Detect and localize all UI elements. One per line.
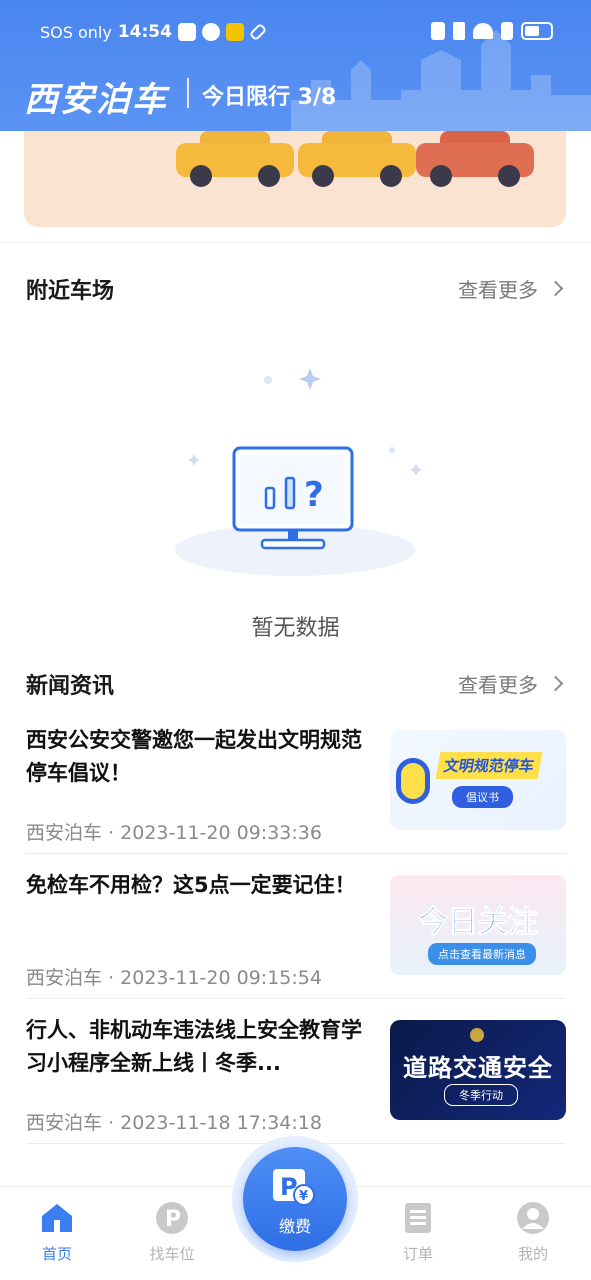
news-title: 免检车不用检？这5点一定要记住！ xyxy=(26,873,356,897)
news-item[interactable]: 西安公安交警邀您一起发出文明规范停车倡议！ 西安泊车 · 2023-11-20 … xyxy=(26,724,566,848)
meta-separator: · xyxy=(108,967,115,989)
nav-label: 首页 xyxy=(41,1245,72,1263)
news-source: 西安泊车 xyxy=(26,822,103,844)
vibrate-icon xyxy=(453,22,465,40)
parking-p-graphic xyxy=(396,758,430,804)
news-item[interactable]: 免检车不用检？这5点一定要记住！ 西安泊车 · 2023-11-20 09:15… xyxy=(26,869,566,993)
news-source: 西安泊车 xyxy=(26,967,103,989)
alert-icon xyxy=(501,22,513,40)
car-illustration xyxy=(298,131,416,191)
notification-app-icon xyxy=(225,23,244,41)
chevron-right-icon xyxy=(547,675,564,692)
more-label: 查看更多 xyxy=(458,673,538,697)
nearby-more-link[interactable]: 查看更多 xyxy=(458,274,564,303)
news-thumbnail: 文明规范停车 倡议书 xyxy=(390,730,566,830)
nav-label: 订单 xyxy=(402,1245,433,1263)
section-divider xyxy=(0,242,591,243)
nav-home[interactable]: 首页 xyxy=(17,1201,97,1264)
close-circle-icon xyxy=(201,23,220,41)
chevron-right-icon xyxy=(547,280,564,297)
thumb-title: 文明规范停车 xyxy=(435,752,543,779)
home-icon xyxy=(42,1204,72,1232)
pay-label: 缴费 xyxy=(278,1217,311,1236)
orders-icon xyxy=(405,1203,431,1233)
link-icon xyxy=(248,22,268,42)
battery-icon xyxy=(521,22,553,40)
app-header: SOS only 14:54 西安泊车 今日限行 3/8 xyxy=(0,0,591,131)
nfc-icon xyxy=(431,22,445,40)
news-divider xyxy=(26,998,566,999)
news-meta: 西安泊车 · 2023-11-18 17:34:18 xyxy=(26,1108,322,1135)
news-meta: 西安泊车 · 2023-11-20 09:33:36 xyxy=(26,818,322,845)
wifi-icon xyxy=(473,23,493,39)
parking-icon: P xyxy=(156,1202,188,1234)
svg-text:¥: ¥ xyxy=(299,1189,308,1204)
pay-button[interactable]: P ¥ 缴费 xyxy=(243,1147,347,1251)
car-illustration xyxy=(176,131,294,191)
news-title: 西安公安交警邀您一起发出文明规范停车倡议！ xyxy=(26,728,362,785)
svg-text:P: P xyxy=(165,1207,181,1232)
police-badge-icon xyxy=(470,1028,484,1042)
thumb-subtitle: 点击查看最新消息 xyxy=(428,943,536,965)
nav-mine[interactable]: 我的 xyxy=(493,1201,573,1264)
nearby-parking-title: 附近车场 xyxy=(26,279,115,304)
thumb-subtitle: 冬季行动 xyxy=(444,1084,518,1106)
traffic-restriction: 今日限行 3/8 xyxy=(202,85,337,110)
clock: 14:54 xyxy=(117,22,172,42)
empty-state-illustration: ? xyxy=(175,368,422,576)
brand-title: 西安泊车 xyxy=(24,80,168,120)
shield-app-icon xyxy=(177,23,196,41)
empty-state-text: 暂无数据 xyxy=(251,616,340,641)
news-more-link[interactable]: 查看更多 xyxy=(458,669,564,698)
meta-separator: · xyxy=(108,822,115,844)
news-meta: 西安泊车 · 2023-11-20 09:15:54 xyxy=(26,963,322,990)
brand-divider xyxy=(187,78,189,108)
thumb-title: 今日关注 xyxy=(418,905,539,941)
news-time: 2023-11-20 09:15:54 xyxy=(120,967,322,989)
news-divider xyxy=(26,853,566,854)
meta-separator: · xyxy=(108,1112,115,1134)
car-illustration xyxy=(416,131,534,191)
nav-label: 我的 xyxy=(517,1245,548,1263)
nav-find-parking[interactable]: P 找车位 xyxy=(132,1201,212,1264)
news-time: 2023-11-18 17:34:18 xyxy=(120,1112,322,1134)
svg-text:?: ? xyxy=(304,475,324,515)
thumb-title: 道路交通安全 xyxy=(403,1054,553,1082)
parking-pay-icon: P ¥ xyxy=(273,1169,315,1206)
carrier-text: SOS only xyxy=(40,22,112,42)
news-thumbnail: 道路交通安全 冬季行动 xyxy=(390,1020,566,1120)
news-section-title: 新闻资讯 xyxy=(26,674,115,699)
thumb-subtitle: 倡议书 xyxy=(452,786,513,808)
user-icon xyxy=(517,1202,549,1234)
news-time: 2023-11-20 09:33:36 xyxy=(120,822,322,844)
news-title: 行人、非机动车违法线上安全教育学习小程序全新上线丨冬季... xyxy=(26,1018,362,1075)
news-thumbnail: 今日关注 点击查看最新消息 xyxy=(390,875,566,975)
promo-banner[interactable] xyxy=(24,131,566,227)
news-item[interactable]: 行人、非机动车违法线上安全教育学习小程序全新上线丨冬季... 西安泊车 · 20… xyxy=(26,1014,566,1138)
nav-label: 找车位 xyxy=(149,1245,195,1263)
nav-orders[interactable]: 订单 xyxy=(378,1201,458,1264)
news-source: 西安泊车 xyxy=(26,1112,103,1134)
more-label: 查看更多 xyxy=(458,278,538,302)
status-bar: SOS only 14:54 xyxy=(0,14,591,52)
